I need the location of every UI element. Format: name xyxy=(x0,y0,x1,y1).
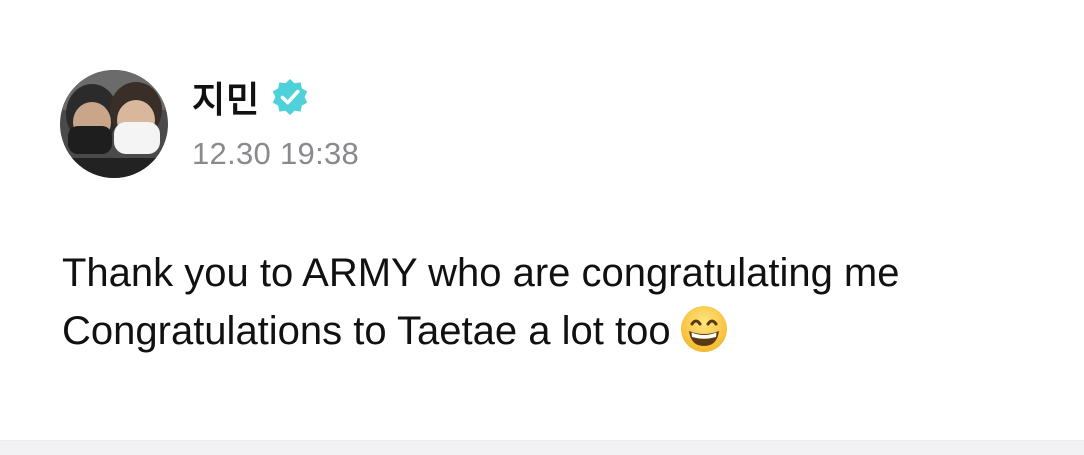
post-body-line-2: Congratulations to Taetae a lot too xyxy=(62,309,671,353)
post-card: 지민 12.30 19:38 Thank you to ARMY who are… xyxy=(0,0,1084,440)
avatar[interactable] xyxy=(60,70,168,178)
post-body-line-1: Thank you to ARMY who are congratulating… xyxy=(62,251,900,295)
post-timestamp: 12.30 19:38 xyxy=(192,136,360,171)
author-name[interactable]: 지민 xyxy=(192,71,260,123)
post-body: Thank you to ARMY who are congratulating… xyxy=(62,244,1062,360)
grinning-face-emoji-icon xyxy=(679,304,729,354)
post-body-line-2-wrap: Congratulations to Taetae a lot too xyxy=(62,302,1062,360)
verified-badge-icon xyxy=(270,77,310,117)
section-divider xyxy=(0,440,1084,455)
author-row: 지민 xyxy=(192,72,310,122)
